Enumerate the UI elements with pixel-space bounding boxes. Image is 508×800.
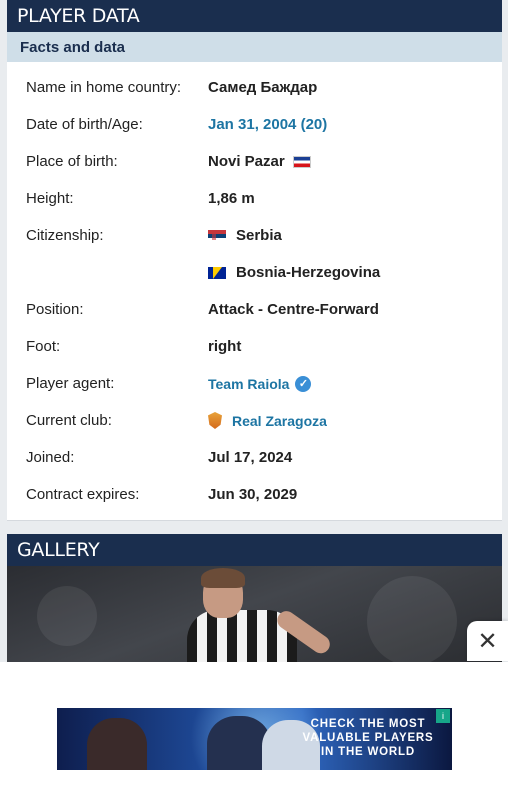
serbia-flag-icon <box>208 229 226 242</box>
height-label: Height: <box>26 190 74 207</box>
facts-subtitle: Facts and data <box>20 38 126 56</box>
ad-player-figure <box>87 718 147 770</box>
club-crest-icon <box>208 412 222 429</box>
citizenship-value-serbia: Serbia <box>208 217 282 254</box>
close-icon: ✕ <box>477 627 498 655</box>
gallery-photo[interactable] <box>7 566 502 666</box>
contract-label: Contract expires: <box>26 486 140 503</box>
facts-row-agent: Player agent: Team Raiola ✓ <box>7 365 502 402</box>
ad-info-icon[interactable]: i <box>436 709 450 723</box>
agent-label: Player agent: <box>26 375 115 392</box>
facts-row-height: Height: 1,86 m <box>7 180 502 217</box>
citizenship-value-bosnia: Bosnia-Herzegovina <box>208 254 380 291</box>
facts-row-contract: Contract expires: Jun 30, 2029 <box>7 476 502 513</box>
joined-label: Joined: <box>26 449 75 466</box>
background-light <box>367 576 457 666</box>
bosnia-flag-icon <box>208 266 226 279</box>
name-label: Name in home country: <box>26 79 182 96</box>
facts-row-citizenship: Citizenship: Serbia <box>7 217 502 254</box>
birth-place-text: Novi Pazar <box>208 153 285 170</box>
close-ad-button[interactable]: ✕ <box>467 621 508 661</box>
height-value: 1,86 m <box>208 190 255 207</box>
agent-text: Team Raiola <box>208 375 290 392</box>
verified-check-icon: ✓ <box>295 375 312 392</box>
facts-subheader: Facts and data <box>7 32 502 62</box>
citizenship-label: Citizenship: <box>26 227 104 244</box>
player-data-header: PLAYER DATA <box>7 0 502 32</box>
facts-panel: Name in home country: Самед Баждар Date … <box>7 62 502 521</box>
foot-value: right <box>208 338 242 355</box>
ad-container: CHECK THE MOST VALUABLE PLAYERS IN THE W… <box>0 662 508 800</box>
club-label: Current club: <box>26 412 112 429</box>
gallery-header: GALLERY <box>7 534 502 566</box>
gallery-title: GALLERY <box>17 539 100 561</box>
facts-row-club: Current club: Real Zaragoza <box>7 402 502 439</box>
facts-row-birth-place: Place of birth: Novi Pazar <box>7 143 502 180</box>
ad-banner[interactable]: CHECK THE MOST VALUABLE PLAYERS IN THE W… <box>57 708 452 770</box>
birth-place-value: Novi Pazar <box>208 143 311 180</box>
birth-date-link[interactable]: Jan 31, 2004 (20) <box>208 106 327 143</box>
player-hair <box>201 568 245 588</box>
citizenship-serbia-text: Serbia <box>236 227 282 244</box>
position-label: Position: <box>26 301 84 318</box>
facts-row-birth-date: Date of birth/Age: Jan 31, 2004 (20) <box>7 106 502 143</box>
foot-label: Foot: <box>26 338 61 355</box>
ad-headline: CHECK THE MOST VALUABLE PLAYERS IN THE W… <box>302 718 434 758</box>
birth-place-label: Place of birth: <box>26 153 118 170</box>
agent-link[interactable]: Team Raiola ✓ <box>208 365 312 402</box>
background-light <box>37 586 97 646</box>
citizenship-bosnia-text: Bosnia-Herzegovina <box>236 264 381 281</box>
facts-row-foot: Foot: right <box>7 328 502 365</box>
facts-row-citizenship-2: Bosnia-Herzegovina <box>7 254 502 291</box>
serbia-and-montenegro-flag-icon <box>292 155 311 168</box>
name-value: Самед Баждар <box>208 79 318 96</box>
player-data-title: PLAYER DATA <box>17 5 140 27</box>
club-link[interactable]: Real Zaragoza <box>208 402 327 439</box>
birth-date-label: Date of birth/Age: <box>26 116 143 133</box>
facts-row-joined: Joined: Jul 17, 2024 <box>7 439 502 476</box>
facts-row-name: Name in home country: Самед Баждар <box>7 69 502 106</box>
club-text: Real Zaragoza <box>232 412 327 429</box>
joined-value: Jul 17, 2024 <box>208 449 293 466</box>
contract-value: Jun 30, 2029 <box>208 486 298 503</box>
facts-row-position: Position: Attack - Centre-Forward <box>7 291 502 328</box>
position-value: Attack - Centre-Forward <box>208 301 379 318</box>
